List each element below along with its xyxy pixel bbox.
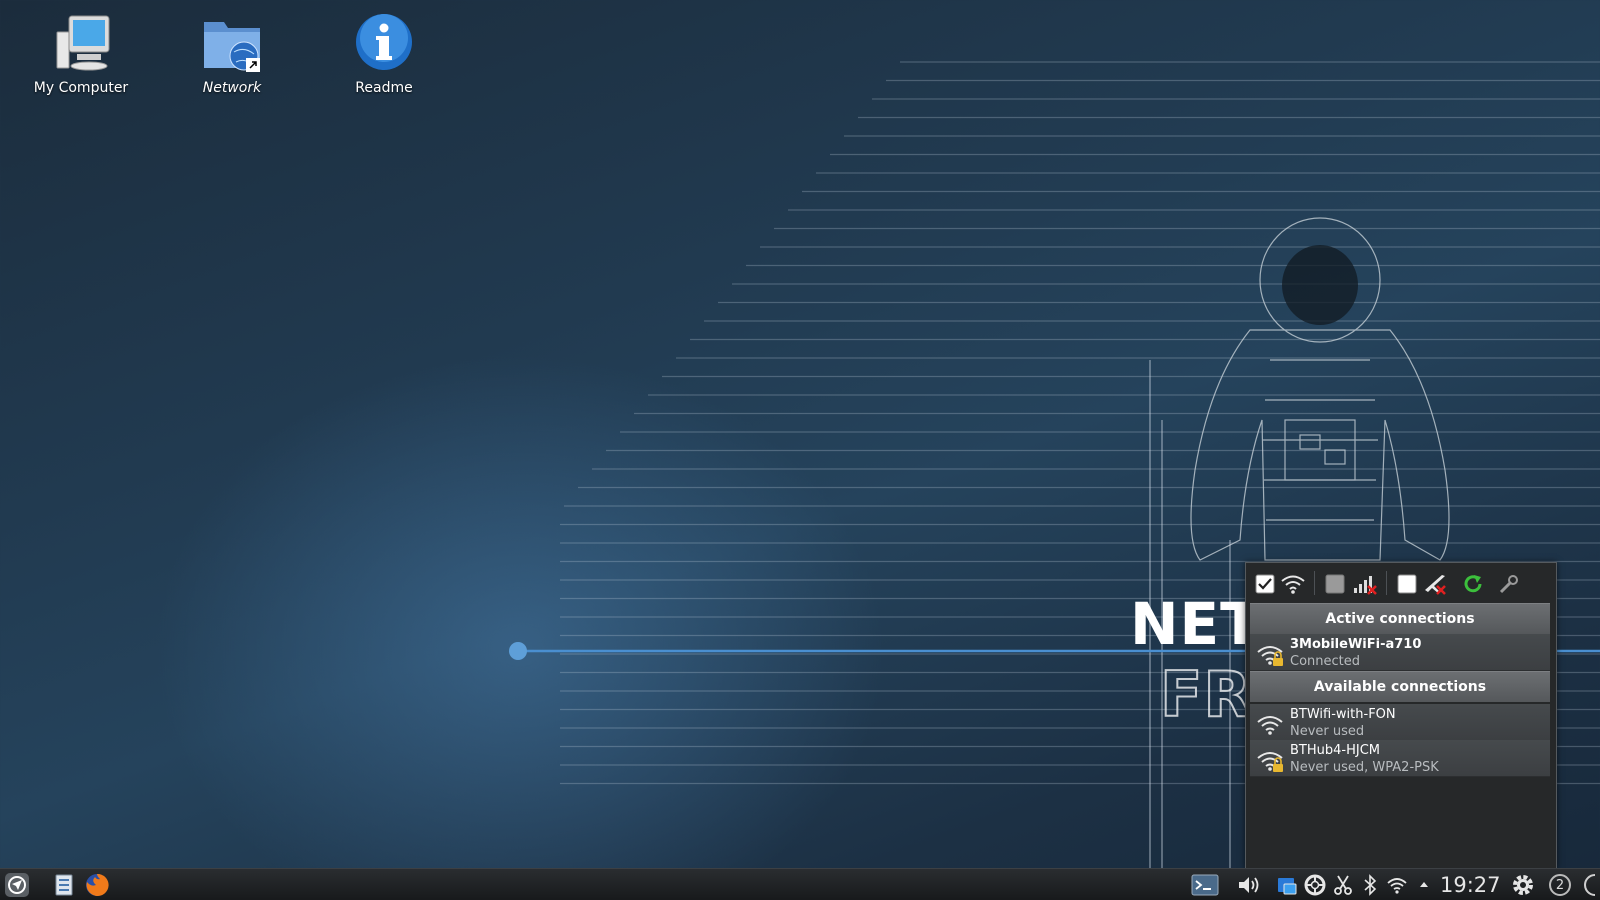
volume-icon[interactable] <box>1236 869 1264 900</box>
network-folder-icon <box>200 12 264 76</box>
checkbox-unchecked-icon[interactable] <box>1394 571 1420 597</box>
desktop-icon-my-computer[interactable]: My Computer <box>21 12 141 96</box>
connection-status: Never used <box>1290 724 1365 739</box>
taskbar: 19:27 2 <box>0 868 1600 900</box>
active-connections-header: Active connections <box>1250 603 1550 634</box>
checkbox-unchecked-icon[interactable] <box>1322 571 1348 597</box>
mobile-signal-disabled-icon[interactable] <box>1352 571 1378 597</box>
connection-name: BTWifi-with-FON <box>1290 707 1396 722</box>
file-manager-icon[interactable] <box>50 869 78 900</box>
clock[interactable]: 19:27 <box>1440 869 1501 900</box>
desktop-icon-readme[interactable]: Readme <box>324 12 444 96</box>
desktop-icon-label: Network <box>202 80 262 96</box>
wifi-open-icon <box>1256 710 1286 738</box>
lifebuoy-icon[interactable] <box>1302 869 1328 900</box>
desktop-icon-label: My Computer <box>33 80 129 96</box>
toolbar-separator <box>1314 571 1315 595</box>
desktop-icon-label: Readme <box>355 80 413 96</box>
firefox-icon[interactable] <box>82 869 112 900</box>
workspace-number: 2 <box>1549 874 1571 896</box>
connection-name: 3MobileWiFi-a710 <box>1290 637 1422 652</box>
connection-row-available[interactable]: BTWifi-with-FON Never used <box>1250 704 1550 741</box>
show-desktop-icon[interactable] <box>1578 869 1598 900</box>
scissors-icon[interactable] <box>1330 869 1356 900</box>
bluetooth-icon[interactable] <box>1358 869 1382 900</box>
airplane-mode-disabled-icon[interactable] <box>1422 571 1448 597</box>
wifi-secured-icon <box>1256 746 1286 774</box>
wrench-icon[interactable] <box>1496 571 1522 597</box>
screenshot-icon[interactable] <box>1274 869 1300 900</box>
connection-row-available[interactable]: BTHub4-HJCM Never used, WPA2-PSK <box>1250 740 1550 777</box>
wallpaper-text-net: NET <box>1130 590 1261 658</box>
desktop-icon-network[interactable]: Network <box>172 12 292 96</box>
expand-tray-icon[interactable] <box>1412 869 1436 900</box>
wifi-secured-icon <box>1256 640 1286 668</box>
terminal-icon[interactable] <box>1190 869 1220 900</box>
application-menu-icon[interactable] <box>2 869 32 900</box>
workspace-switcher[interactable]: 2 <box>1546 869 1574 900</box>
connection-status: Connected <box>1290 654 1361 669</box>
refresh-icon[interactable] <box>1460 571 1486 597</box>
network-manager-popup: Active connections 3MobileWiFi-a710 Conn… <box>1245 562 1557 869</box>
wifi-tray-icon[interactable] <box>1384 869 1410 900</box>
connection-name: BTHub4-HJCM <box>1290 743 1380 758</box>
connection-row-active[interactable]: 3MobileWiFi-a710 Connected <box>1250 634 1550 671</box>
available-connections-header: Available connections <box>1250 671 1550 702</box>
connection-status: Never used, WPA2-PSK <box>1290 760 1439 775</box>
toolbar-separator <box>1386 571 1387 595</box>
checkbox-checked-icon[interactable] <box>1252 571 1278 597</box>
wallpaper-text-fr: FR <box>1159 657 1253 732</box>
computer-icon <box>49 12 113 76</box>
info-icon <box>352 12 416 76</box>
wifi-icon[interactable] <box>1280 571 1306 597</box>
network-toolbar <box>1246 563 1556 603</box>
settings-gear-icon[interactable] <box>1508 869 1538 900</box>
